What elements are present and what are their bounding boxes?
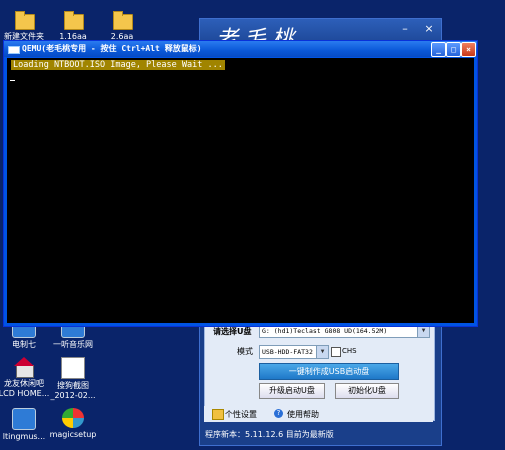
folder-icon [62, 10, 84, 30]
settings-icon [212, 409, 224, 420]
help-link[interactable]: 使用帮助 [287, 409, 319, 420]
qemu-window-icon [8, 46, 20, 54]
upgrade-usb-button[interactable]: 升级启动U盘 [259, 383, 325, 399]
personal-settings-link[interactable]: 个性设置 [225, 409, 257, 420]
mode-select[interactable]: USB-HDD-FAT32 ▼ [259, 345, 329, 359]
qemu-title: QEMU(老毛桃专用 - 按住 Ctrl+Alt 释放鼠标) [22, 44, 202, 53]
tool-minimize-button[interactable]: – [396, 21, 414, 37]
qemu-titlebar[interactable]: QEMU(老毛桃专用 - 按住 Ctrl+Alt 释放鼠标) _ □ × [4, 41, 477, 57]
folder-icon [111, 10, 133, 30]
qemu-console[interactable]: Loading NTBOOT.ISO Image, Please Wait ..… [7, 58, 474, 323]
folder-icon [13, 10, 35, 30]
make-bootable-usb-button[interactable]: 一键制作成USB启动盘 [259, 363, 399, 380]
maximize-button[interactable]: □ [446, 42, 461, 57]
desktop-icon-sogou-screenshot[interactable]: 搜狗截图 _2012-02... [43, 357, 103, 401]
desktop-icon-label: 搜狗截图 [57, 381, 89, 390]
tool-bottom-bar: 个性设置 ? 使用帮助 [204, 406, 433, 422]
desktop-icon-2-6aa[interactable]: 2.6aa [92, 10, 152, 42]
version-status-text: 程序新本：5.11.12.6 目前为最新版 [205, 430, 334, 439]
console-loading-message: Loading NTBOOT.ISO Image, Please Wait ..… [11, 60, 225, 70]
desktop-icon-label: 一听音乐网 [53, 340, 93, 349]
app-icon [12, 408, 36, 430]
help-icon: ? [274, 409, 283, 418]
chs-checkbox[interactable] [331, 347, 341, 357]
chs-label: CHS [342, 347, 357, 355]
console-cursor [10, 80, 15, 81]
mode-label: 模式 [237, 347, 253, 356]
document-icon [61, 357, 85, 379]
house-icon [13, 357, 35, 378]
desktop-icon-sublabel: _2012-02... [50, 391, 96, 400]
desktop-icon-label: magicsetup [49, 430, 97, 439]
ball-icon [62, 408, 84, 428]
tool-close-button[interactable]: × [420, 21, 438, 37]
select-disk-label: 请选择U盘 [213, 327, 252, 336]
init-usb-button[interactable]: 初始化U盘 [335, 383, 399, 399]
qemu-window[interactable]: QEMU(老毛桃专用 - 按住 Ctrl+Alt 释放鼠标) _ □ × Loa… [3, 40, 478, 327]
chevron-down-icon[interactable]: ▼ [316, 346, 328, 358]
desktop-icon-magicsetup[interactable]: magicsetup [43, 408, 103, 440]
close-button[interactable]: × [461, 42, 476, 57]
mode-select-value: USB-HDD-FAT32 [262, 348, 313, 356]
disk-select-value: G: (hd1)Teclast G808 UD(164.52M) [262, 327, 388, 335]
minimize-button[interactable]: _ [431, 42, 446, 57]
